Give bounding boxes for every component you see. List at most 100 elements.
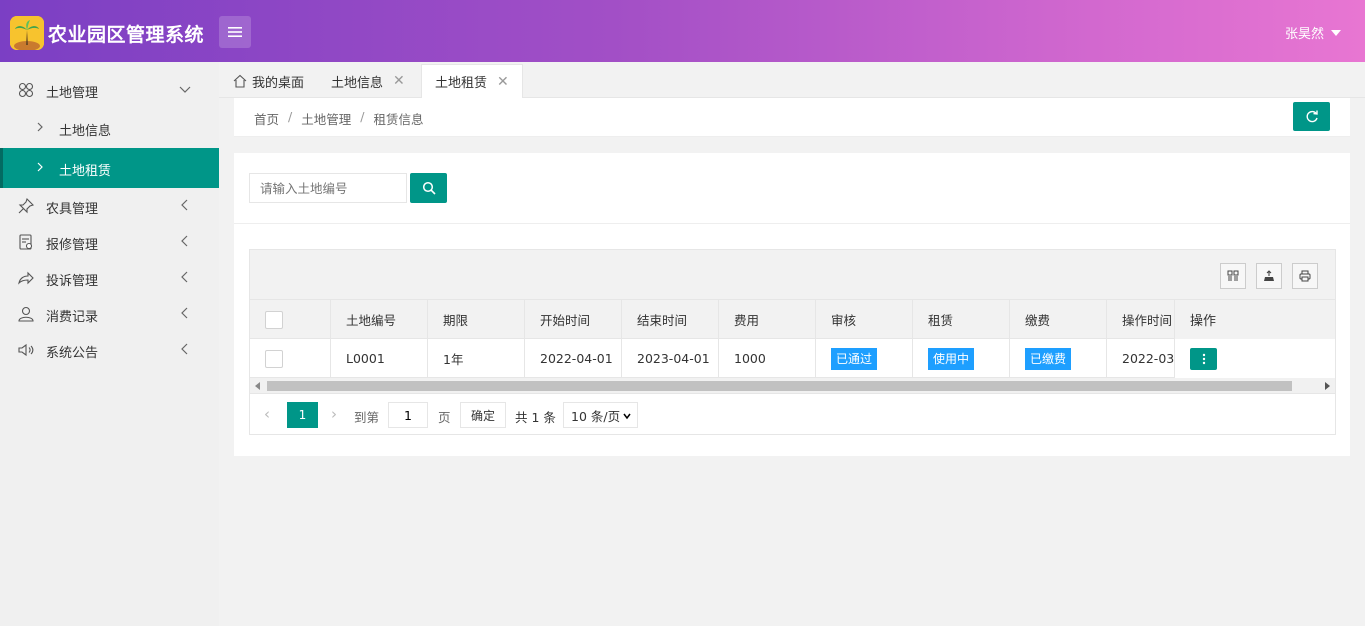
cell-end-time: 2023-04-01 [622, 339, 719, 378]
print-icon [1299, 270, 1311, 282]
next-page-icon[interactable]: › [331, 405, 337, 423]
goto-page-input[interactable] [388, 402, 428, 428]
status-badge: 使用中 [928, 347, 975, 370]
search-button[interactable] [410, 173, 447, 203]
goto-label: 到第 [354, 410, 380, 425]
table-header-row: 土地编号 期限 开始时间 结束时间 费用 审核 租赁 缴费 操作时间 操作 [250, 300, 1335, 339]
breadcrumb-separator: / [288, 109, 293, 124]
search-icon [422, 181, 436, 195]
tab-label: 土地信息 [331, 75, 384, 91]
close-icon[interactable]: ✕ [393, 73, 405, 89]
sidebar-item-land-management[interactable]: 土地管理 [0, 72, 219, 108]
header-checkbox-cell [250, 300, 331, 339]
caret-down-icon [1331, 29, 1341, 36]
sidebar-subitem-label: 土地信息 [59, 124, 112, 139]
page-size-value: 10 条/页 [571, 408, 621, 424]
breadcrumb-separator: / [360, 109, 365, 124]
refresh-icon [1306, 110, 1318, 122]
breadcrumb-bar: 首页 / 土地管理 / 租赁信息 [234, 98, 1350, 137]
select-all-checkbox[interactable] [265, 310, 283, 329]
table-row[interactable]: L0001 1年 2022-04-01 2023-04-01 1000 已通过 … [250, 339, 1335, 378]
column-header[interactable]: 土地编号 [331, 300, 428, 339]
sidebar-item-label: 系统公告 [46, 346, 99, 361]
sidebar-subitem-land-lease[interactable]: 土地租赁 [0, 148, 219, 188]
prev-page-icon[interactable]: ‹ [264, 405, 270, 423]
tab-land-lease[interactable]: 土地租赁 ✕ [421, 64, 523, 98]
export-icon [1264, 270, 1274, 281]
user-name: 张昊然 [1284, 27, 1324, 42]
breadcrumb-land-management[interactable]: 土地管理 [301, 109, 351, 128]
column-header[interactable]: 费用 [719, 300, 816, 339]
speaker-icon [18, 343, 34, 357]
sidebar-item-announcement[interactable]: 系统公告 [0, 332, 219, 368]
column-header[interactable]: 租赁 [913, 300, 1010, 339]
print-button[interactable] [1292, 263, 1318, 289]
more-vertical-icon [1202, 353, 1205, 364]
user-menu[interactable]: 张昊然 [1285, 23, 1341, 42]
cell-payment: 已缴费 [1010, 339, 1107, 378]
sidebar-subitem-land-info[interactable]: 土地信息 [0, 108, 219, 148]
chevron-left-icon [181, 199, 188, 211]
clover-icon [18, 82, 34, 98]
sidebar-item-tools[interactable]: 农具管理 [0, 188, 219, 224]
scrollbar-thumb[interactable] [267, 381, 1292, 391]
sidebar-item-label: 报修管理 [46, 238, 99, 253]
column-filter-button[interactable] [1220, 263, 1246, 289]
sidebar: 土地管理 土地信息 土地租赁 农具管理 报修管理 投诉管理 消费记录 系统公告 [0, 62, 219, 626]
column-header[interactable]: 期限 [428, 300, 525, 339]
cell-actions [1174, 339, 1335, 378]
tab-desktop[interactable]: 我的桌面 [233, 64, 304, 98]
menu-toggle-button[interactable] [219, 16, 251, 48]
export-button[interactable] [1256, 263, 1282, 289]
chevron-left-icon [181, 307, 188, 319]
chevron-down-icon [179, 86, 191, 93]
top-header: 农业园区管理系统 张昊然 [0, 0, 1365, 62]
refresh-button[interactable] [1293, 102, 1330, 131]
scroll-right-icon[interactable] [1325, 382, 1330, 390]
divider [234, 223, 1350, 224]
scroll-left-icon[interactable] [255, 382, 260, 390]
chevron-left-icon [181, 235, 188, 247]
cell-audit: 已通过 [816, 339, 913, 378]
sidebar-item-complaint[interactable]: 投诉管理 [0, 260, 219, 296]
breadcrumb: 首页 / 土地管理 / 租赁信息 [254, 109, 423, 128]
status-badge: 已缴费 [1025, 347, 1072, 370]
column-header[interactable]: 缴费 [1010, 300, 1107, 339]
more-actions-button[interactable] [1190, 347, 1217, 370]
sidebar-item-repair[interactable]: 报修管理 [0, 224, 219, 260]
page-button-current[interactable]: 1 [287, 402, 318, 428]
cell-start-time: 2022-04-01 [525, 339, 622, 378]
close-icon[interactable]: ✕ [497, 74, 509, 90]
table-toolbar [250, 250, 1335, 300]
breadcrumb-home[interactable]: 首页 [254, 109, 279, 128]
chevron-right-icon [37, 162, 43, 172]
column-header: 操作 [1190, 314, 1217, 329]
cell-lease: 使用中 [913, 339, 1010, 378]
goto-confirm-button[interactable]: 确定 [460, 402, 506, 428]
cell-term: 1年 [428, 339, 525, 378]
tab-land-info[interactable]: 土地信息 ✕ [331, 64, 405, 98]
main-card: 土地编号 期限 开始时间 结束时间 费用 审核 租赁 缴费 操作时间 操作 L0… [234, 153, 1350, 456]
chevron-down-icon [623, 413, 631, 420]
horizontal-scrollbar[interactable] [250, 378, 1335, 394]
chevron-left-icon [181, 271, 188, 283]
sidebar-item-consumption[interactable]: 消费记录 [0, 296, 219, 332]
column-header[interactable]: 开始时间 [525, 300, 622, 339]
home-icon [233, 74, 247, 88]
logo-icon [10, 16, 44, 50]
status-badge: 已通过 [831, 347, 878, 370]
user-icon [18, 306, 34, 322]
search-input[interactable] [249, 173, 407, 203]
column-header[interactable]: 结束时间 [622, 300, 719, 339]
column-header[interactable]: 审核 [816, 300, 913, 339]
breadcrumb-current: 租赁信息 [373, 112, 424, 127]
row-checkbox[interactable] [265, 349, 283, 368]
page-size-select[interactable]: 10 条/页 [563, 402, 638, 428]
column-header[interactable]: 操作时间 [1107, 300, 1175, 339]
tab-label: 我的桌面 [252, 75, 305, 91]
chevron-left-icon [181, 343, 188, 355]
column-header-actions: 操作 [1174, 300, 1335, 339]
chevron-right-icon [37, 122, 43, 132]
cell-land-code: L0001 [331, 339, 428, 378]
share-icon [18, 271, 34, 285]
